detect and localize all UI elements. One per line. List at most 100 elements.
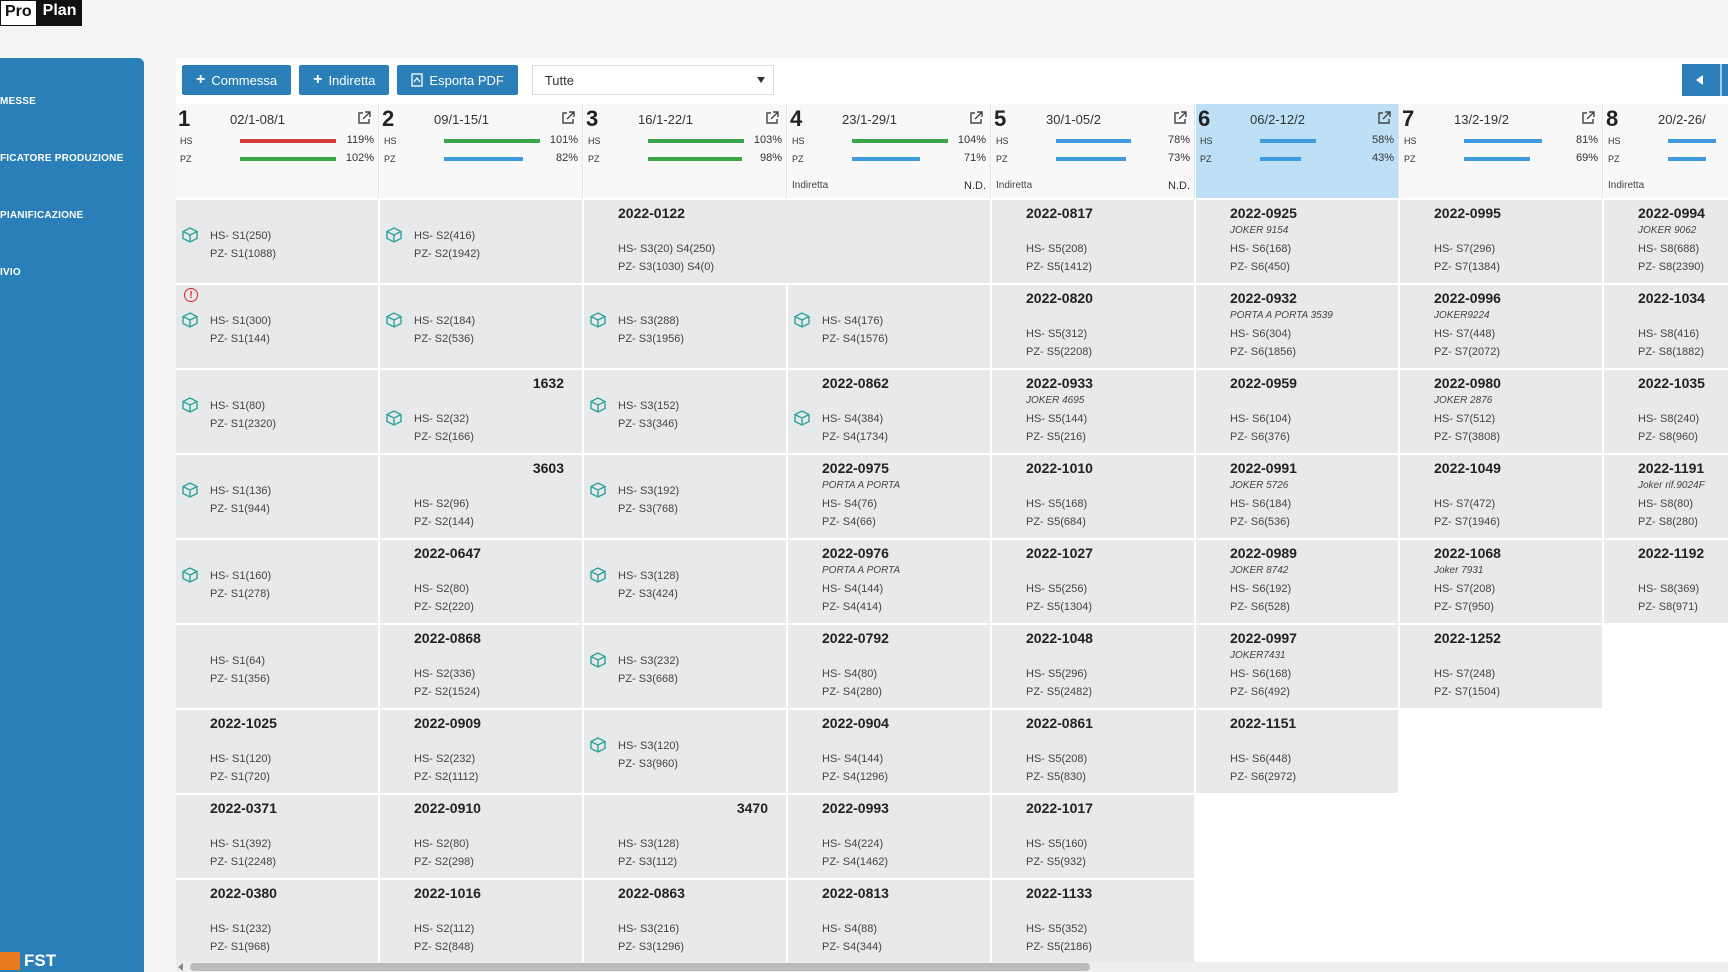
sidebar-item-commesse[interactable]: MESSE bbox=[0, 96, 36, 107]
job-card[interactable]: 2022-0975 PORTA A PORTA HS- S4(76) PZ- S4(6… bbox=[788, 455, 990, 538]
job-card[interactable]: 2022-1025 HS- S1(120) PZ- S1(720) bbox=[176, 710, 378, 793]
job-hs: HS- S2(112) bbox=[414, 923, 475, 935]
job-card[interactable]: 2022-1151 HS- S6(448) PZ- S6(2972) bbox=[1196, 710, 1398, 793]
external-link-icon[interactable] bbox=[968, 110, 984, 126]
job-card[interactable]: HS- S3(120) PZ- S3(960) bbox=[584, 710, 786, 793]
job-card[interactable]: 2022-0862 HS- S4(384) PZ- S4(1734) bbox=[788, 370, 990, 453]
sidebar-item-pianificazione[interactable]: PIANIFICAZIONE bbox=[0, 210, 83, 221]
week-note: Indiretta bbox=[996, 180, 1033, 191]
job-card[interactable]: 2022-0863 HS- S3(216) PZ- S3(1296) bbox=[584, 880, 786, 963]
external-link-icon[interactable] bbox=[1172, 110, 1188, 126]
week-number: 1 bbox=[178, 106, 191, 131]
job-card[interactable]: 2022-1133 HS- S5(352) PZ- S5(2186) bbox=[992, 880, 1194, 963]
job-card[interactable]: ! HS- S1(300) PZ- S1(144) bbox=[176, 285, 378, 368]
job-card[interactable]: 1632 HS- S2(32) PZ- S2(166) bbox=[380, 370, 582, 453]
job-card[interactable]: 2022-0995 HS- S7(296) PZ- S7(1384) bbox=[1400, 200, 1602, 283]
job-card[interactable]: HS- S1(80) PZ- S1(2320) bbox=[176, 370, 378, 453]
job-pz: PZ- S3(668) bbox=[618, 673, 678, 685]
scrollbar-thumb[interactable] bbox=[190, 963, 1090, 971]
job-card[interactable]: 2022-0989 JOKER 8742 HS- S6(192) PZ- S6(528… bbox=[1196, 540, 1398, 623]
export-pdf-button[interactable]: Esporta PDF bbox=[397, 65, 518, 95]
job-card[interactable]: 2022-1010 HS- S5(168) PZ- S5(684) bbox=[992, 455, 1194, 538]
job-card[interactable]: 2022-0925 JOKER 9154 HS- S6(168) PZ- S6(450… bbox=[1196, 200, 1398, 283]
week-header: 8 20/2-26/HS PZ Indiretta bbox=[1604, 104, 1728, 198]
job-card[interactable]: HS- S1(64) PZ- S1(356) bbox=[176, 625, 378, 708]
job-card[interactable]: 2022-0932 PORTA A PORTA 3539 HS- S6(304) PZ… bbox=[1196, 285, 1398, 368]
job-card[interactable]: 2022-1192 HS- S8(369) PZ- S8(971) bbox=[1604, 540, 1728, 623]
job-card[interactable]: HS- S2(416) PZ- S2(1942) bbox=[380, 200, 582, 283]
week-dates: 20/2-26/ bbox=[1658, 112, 1706, 127]
job-card[interactable]: 2022-0976 PORTA A PORTA HS- S4(144) PZ- S4(… bbox=[788, 540, 990, 623]
job-card[interactable]: 2022-1034 HS- S8(416) PZ- S8(1882) bbox=[1604, 285, 1728, 368]
job-pz: PZ- S8(280) bbox=[1638, 516, 1698, 528]
job-card[interactable]: 2022-1017 HS- S5(160) PZ- S5(932) bbox=[992, 795, 1194, 878]
job-card[interactable]: 3470 HS- S3(128) PZ- S3(112) bbox=[584, 795, 786, 878]
job-card[interactable]: 2022-0371 HS- S1(392) PZ- S1(2248) bbox=[176, 795, 378, 878]
job-card[interactable]: 2022-0993 HS- S4(224) PZ- S4(1462) bbox=[788, 795, 990, 878]
job-pz: PZ- S1(944) bbox=[210, 503, 270, 515]
job-card[interactable]: 2022-1035 HS- S8(240) PZ- S8(960) bbox=[1604, 370, 1728, 453]
prev-weeks-button[interactable] bbox=[1682, 64, 1728, 96]
job-card[interactable]: HS- S4(176) PZ- S4(1576) bbox=[788, 285, 990, 368]
week-number: 2 bbox=[382, 106, 395, 131]
job-card[interactable]: 2022-1252 HS- S7(248) PZ- S7(1504) bbox=[1400, 625, 1602, 708]
filter-select[interactable]: Tutte bbox=[531, 65, 774, 95]
job-card[interactable]: 2022-0813 HS- S4(88) PZ- S4(344) bbox=[788, 880, 990, 963]
job-card[interactable]: 2022-1068 Joker 7931 HS- S7(208) PZ- S7(950… bbox=[1400, 540, 1602, 623]
external-link-icon[interactable] bbox=[764, 110, 780, 126]
external-link-icon[interactable] bbox=[356, 110, 372, 126]
external-link-icon[interactable] bbox=[1376, 110, 1392, 126]
job-pz: PZ- S8(971) bbox=[1638, 601, 1698, 613]
job-card[interactable]: 2022-0997 JOKER7431 HS- S6(168) PZ- S6(492) bbox=[1196, 625, 1398, 708]
job-card[interactable]: 2022-1191 Joker rif.9024F HS- S8(80) PZ- S8… bbox=[1604, 455, 1728, 538]
job-card[interactable]: 2022-0647 HS- S2(80) PZ- S2(220) bbox=[380, 540, 582, 623]
job-card[interactable]: HS- S2(184) PZ- S2(536) bbox=[380, 285, 582, 368]
pz-label: PZ bbox=[1404, 154, 1416, 164]
external-link-icon[interactable] bbox=[560, 110, 576, 126]
job-card[interactable]: 2022-0980 JOKER 2876 HS- S7(512) PZ- S7(380… bbox=[1400, 370, 1602, 453]
job-card[interactable]: 2022-0994 JOKER 9062 HS- S8(688) PZ- S8(239… bbox=[1604, 200, 1728, 283]
job-card[interactable]: 2022-0820 HS- S5(312) PZ- S5(2208) bbox=[992, 285, 1194, 368]
job-card[interactable]: 2022-1049 HS- S7(472) PZ- S7(1946) bbox=[1400, 455, 1602, 538]
job-card[interactable]: 2022-0817 HS- S5(208) PZ- S5(1412) bbox=[992, 200, 1194, 283]
job-card[interactable]: 2022-1016 HS- S2(112) PZ- S2(848) bbox=[380, 880, 582, 963]
job-card[interactable]: HS- S3(128) PZ- S3(424) bbox=[584, 540, 786, 623]
sidebar-item-verificatore-produzione[interactable]: FICATORE PRODUZIONE bbox=[0, 153, 123, 164]
job-pz: PZ- S5(932) bbox=[1026, 856, 1086, 868]
job-card[interactable]: 2022-0380 HS- S1(232) PZ- S1(968) bbox=[176, 880, 378, 963]
job-card[interactable]: 2022-0861 HS- S5(208) PZ- S5(830) bbox=[992, 710, 1194, 793]
job-card[interactable]: 2022-0792 HS- S4(80) PZ- S4(280) bbox=[788, 625, 990, 708]
scroll-left-icon[interactable] bbox=[178, 963, 183, 971]
job-card[interactable]: 2022-0868 HS- S2(336) PZ- S2(1524) bbox=[380, 625, 582, 708]
job-card[interactable]: HS- S3(152) PZ- S3(346) bbox=[584, 370, 786, 453]
job-card[interactable]: 2022-0122 HS- S3(20) S4(250) PZ- S3(1030) … bbox=[584, 200, 990, 283]
job-pz: PZ- S4(1462) bbox=[822, 856, 889, 868]
job-card[interactable]: 2022-0904 HS- S4(144) PZ- S4(1296) bbox=[788, 710, 990, 793]
hs-capacity-bar bbox=[1464, 139, 1542, 143]
job-pz: PZ- S5(2482) bbox=[1026, 686, 1093, 698]
job-card[interactable]: 2022-0996 JOKER9224 HS- S7(448) PZ- S7(2072… bbox=[1400, 285, 1602, 368]
job-card[interactable]: HS- S3(288) PZ- S3(1956) bbox=[584, 285, 786, 368]
job-card[interactable]: 3603 HS- S2(96) PZ- S2(144) bbox=[380, 455, 582, 538]
job-card[interactable]: 2022-0959 HS- S6(104) PZ- S6(376) bbox=[1196, 370, 1398, 453]
job-card[interactable]: HS- S1(160) PZ- S1(278) bbox=[176, 540, 378, 623]
job-card[interactable]: HS- S1(250) PZ- S1(1088) bbox=[176, 200, 378, 283]
job-note: Joker 7931 bbox=[1434, 565, 1484, 576]
external-link-icon[interactable] bbox=[1580, 110, 1596, 126]
week-dates: 23/1-29/1 bbox=[842, 112, 897, 127]
job-card[interactable]: 2022-1027 HS- S5(256) PZ- S5(1304) bbox=[992, 540, 1194, 623]
add-indiretta-button[interactable]: + Indiretta bbox=[299, 65, 390, 95]
add-commessa-button[interactable]: + Commessa bbox=[182, 65, 292, 95]
job-card[interactable]: HS- S1(136) PZ- S1(944) bbox=[176, 455, 378, 538]
job-card[interactable]: 2022-0909 HS- S2(232) PZ- S2(1112) bbox=[380, 710, 582, 793]
hs-percentage: 101% bbox=[549, 134, 578, 146]
job-card[interactable]: 2022-0910 HS- S2(80) PZ- S2(298) bbox=[380, 795, 582, 878]
week-header: 4 23/1-29/1 HS PZ 104% 71% Indiretta N.D. bbox=[788, 104, 991, 198]
job-card[interactable]: 2022-1048 HS- S5(296) PZ- S5(2482) bbox=[992, 625, 1194, 708]
job-card[interactable]: HS- S3(192) PZ- S3(768) bbox=[584, 455, 786, 538]
sidebar-item-archivio[interactable]: IVIO bbox=[0, 267, 21, 278]
job-card[interactable]: HS- S3(232) PZ- S3(668) bbox=[584, 625, 786, 708]
job-card[interactable]: 2022-0991 JOKER 5726 HS- S6(184) PZ- S6(536… bbox=[1196, 455, 1398, 538]
job-card[interactable]: 2022-0933 JOKER 4695 HS- S5(144) PZ- S5(216… bbox=[992, 370, 1194, 453]
horizontal-scrollbar[interactable] bbox=[176, 962, 1728, 972]
